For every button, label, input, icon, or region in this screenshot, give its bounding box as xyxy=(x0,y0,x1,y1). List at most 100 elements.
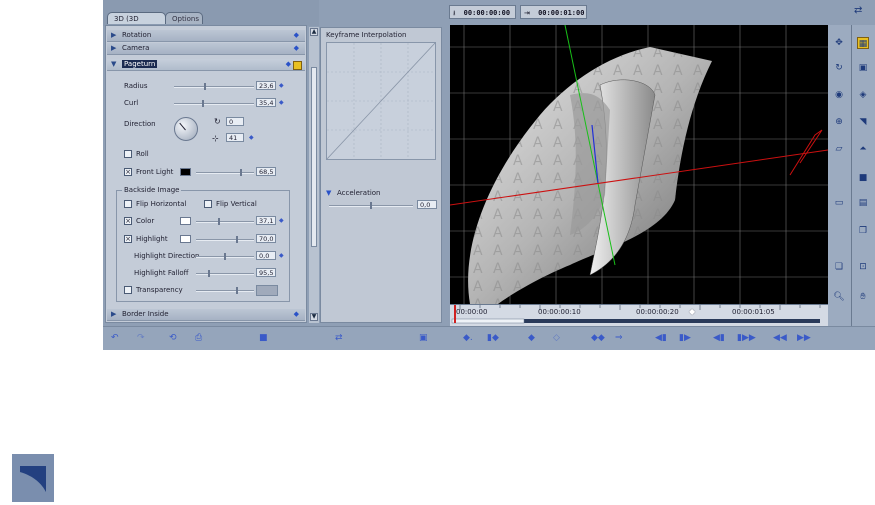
flip-vertical-label: Flip Vertical xyxy=(216,200,257,208)
front-light-checkbox[interactable]: × xyxy=(124,168,132,176)
section-rotation[interactable]: ▶ Rotation ◆ xyxy=(107,30,305,42)
start-marker-icon: ⭳ xyxy=(453,9,456,17)
start-timecode[interactable]: ⭳ 00:00:00:00 xyxy=(449,5,516,19)
keyframe-diamond-icon[interactable]: ◆ xyxy=(249,134,254,141)
duplicate-icon[interactable]: ❏ xyxy=(833,261,845,273)
highlight-checkbox[interactable]: × xyxy=(124,235,132,243)
highlight-color-swatch[interactable] xyxy=(180,235,191,243)
add-keyframe-icon[interactable]: ◆. xyxy=(463,333,473,343)
keyframe-diamond-icon[interactable]: ◆ xyxy=(286,60,291,68)
scroll-up-icon[interactable]: ▲ xyxy=(310,28,318,36)
shadow-icon[interactable]: ■ xyxy=(857,172,869,184)
acceleration-value[interactable]: 0,0 xyxy=(417,200,437,209)
loop-icon[interactable]: ⇄ xyxy=(335,333,343,343)
radius-value[interactable]: 23,6 xyxy=(256,81,276,90)
transparency-checkbox[interactable] xyxy=(124,286,132,294)
curl-slider[interactable] xyxy=(174,100,254,107)
timeline-ruler[interactable]: 00:00:00 00:00:00:10 00:00:00:20 00:00:0… xyxy=(450,304,828,327)
frame-icon[interactable]: ▭ xyxy=(833,197,845,209)
color-value[interactable]: 37,1 xyxy=(256,216,276,225)
front-light-color-swatch[interactable] xyxy=(180,168,191,176)
end-timecode[interactable]: ⇥ 00:00:01:00 xyxy=(520,5,587,19)
hand-icon[interactable]: ✋︎ xyxy=(857,291,869,303)
keyframe-diamond-icon[interactable]: ◆ xyxy=(279,217,284,224)
scale-icon[interactable]: ▣ xyxy=(857,62,869,74)
scroll-thumb[interactable] xyxy=(311,67,317,247)
rotate-icon[interactable]: ↻ xyxy=(833,62,845,74)
color-checkbox[interactable]: × xyxy=(124,217,132,225)
keyframe-marker-icon[interactable]: ◆ xyxy=(689,307,695,316)
curl-value[interactable]: 35,4 xyxy=(256,98,276,107)
keyframe-diamond-icon[interactable]: ◆ xyxy=(279,252,284,259)
play-icon[interactable]: ▮▶ xyxy=(679,333,691,343)
keyframe-goto-icon[interactable]: ▮◆ xyxy=(487,333,499,343)
collapse-arrow-icon: ▼ xyxy=(111,60,117,68)
keyframe-diamond-icon[interactable]: ◆ xyxy=(279,99,284,106)
prev-keyframe-icon[interactable]: ◆◆ xyxy=(591,333,605,343)
collapse-arrow-icon[interactable]: ▼ xyxy=(326,189,331,197)
fullscreen-icon[interactable]: ■ xyxy=(259,333,268,343)
rewind-icon[interactable]: ◀◀ xyxy=(773,333,787,343)
reset-icon[interactable]: ⟲ xyxy=(169,333,177,343)
print-icon[interactable]: ⎙ xyxy=(195,333,202,343)
redo-icon[interactable]: ↷ xyxy=(137,333,145,343)
keyframe-diamond-icon[interactable]: ◆ xyxy=(279,82,284,89)
flip-horizontal-checkbox[interactable] xyxy=(124,200,132,208)
highlight-value[interactable]: 70,0 xyxy=(256,234,276,243)
next-keyframe-icon[interactable]: ⇒ xyxy=(615,333,623,343)
keyframe-diamond-icon[interactable]: ◆ xyxy=(294,44,299,52)
keyframe-diamond-icon[interactable]: ◆ xyxy=(294,310,299,318)
orbit-icon[interactable]: ⊕ xyxy=(833,116,845,128)
camera-icon[interactable]: ◉ xyxy=(833,89,845,101)
tab-3d-editor[interactable]: 3D (3D Editor) xyxy=(107,12,166,35)
grid-toggle-icon[interactable]: ▦ xyxy=(857,37,869,49)
keyframe-diamond-icon[interactable]: ◆ xyxy=(528,333,535,343)
light-icon[interactable]: ◈ xyxy=(857,89,869,101)
backside-color-swatch[interactable] xyxy=(180,217,191,225)
fit-view-icon[interactable]: ⊡ xyxy=(857,261,869,273)
highlight-falloff-slider[interactable] xyxy=(196,270,254,277)
highlight-direction-slider[interactable] xyxy=(196,253,254,260)
transparency-slider[interactable] xyxy=(196,287,254,294)
highlight-falloff-value[interactable]: 95,5 xyxy=(256,268,276,277)
end-timecode-value: 00:00:01:00 xyxy=(538,9,585,17)
direction-tilt-value[interactable]: 41 xyxy=(226,133,244,142)
section-pageturn[interactable]: ▼ Pageturn ◆ xyxy=(107,59,305,71)
step-back-icon[interactable]: ◀▮ xyxy=(655,333,667,343)
direction-rotation-value[interactable]: 0 xyxy=(226,117,244,126)
direction-dial[interactable] xyxy=(174,117,198,141)
layout-toggle-icon[interactable]: ⇄ xyxy=(854,5,862,16)
flip-vertical-checkbox[interactable] xyxy=(204,200,212,208)
undo-icon[interactable]: ↶ xyxy=(111,333,119,343)
highlight-direction-value[interactable]: 0,0 xyxy=(256,251,276,260)
move-icon[interactable]: ✥ xyxy=(833,37,845,49)
highlight-slider[interactable] xyxy=(196,236,254,243)
keyframe-toggle-icon[interactable] xyxy=(293,61,302,70)
page-corner-icon[interactable]: ◥ xyxy=(857,116,869,128)
section-border-inside[interactable]: ▶ Border Inside ◆ xyxy=(107,309,305,321)
section-camera[interactable]: ▶ Camera ◆ xyxy=(107,43,305,55)
3d-preview-viewport[interactable]: A xyxy=(450,25,828,304)
radius-slider[interactable] xyxy=(174,83,254,90)
keyframe-diamond-icon[interactable]: ◆ xyxy=(294,31,299,39)
scroll-down-icon[interactable]: ▼ xyxy=(310,313,318,321)
parameter-scrollbar[interactable]: ▲ ▼ xyxy=(309,27,319,323)
playhead[interactable] xyxy=(454,305,456,323)
floor-icon[interactable]: ⏶ xyxy=(857,143,869,155)
keyframe-empty-icon[interactable]: ◇ xyxy=(553,333,560,343)
front-light-slider[interactable] xyxy=(196,169,254,176)
film-icon[interactable]: ▤ xyxy=(857,197,869,209)
perspective-icon[interactable]: ▱ xyxy=(833,143,845,155)
zoom-icon[interactable]: 🔍︎ xyxy=(833,291,845,303)
acceleration-slider[interactable] xyxy=(329,202,413,209)
interpolation-graph[interactable] xyxy=(326,42,436,160)
tab-options[interactable]: Options xyxy=(165,12,203,24)
go-end-icon[interactable]: ▮▶▶ xyxy=(737,333,756,343)
roll-checkbox[interactable] xyxy=(124,150,132,158)
layers-icon[interactable]: ❐ xyxy=(857,225,869,237)
go-start-icon[interactable]: ◀▮ xyxy=(713,333,725,343)
fast-forward-icon[interactable]: ▶▶ xyxy=(797,333,811,343)
save-icon[interactable]: ▣ xyxy=(419,333,428,343)
front-light-value[interactable]: 68,5 xyxy=(256,167,276,176)
color-slider[interactable] xyxy=(196,218,254,225)
